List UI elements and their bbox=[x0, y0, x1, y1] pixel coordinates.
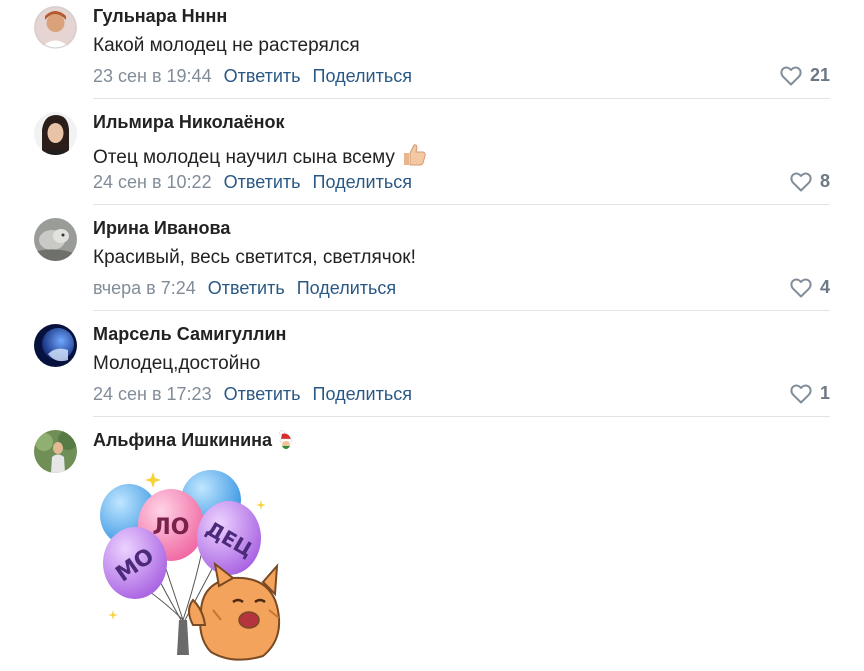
reply-button[interactable]: Ответить bbox=[224, 172, 301, 192]
share-button[interactable]: Поделиться bbox=[313, 384, 412, 404]
like-button[interactable]: 1 bbox=[790, 383, 830, 404]
comment-author[interactable]: Гульнара Нннн bbox=[93, 6, 227, 27]
divider bbox=[93, 310, 830, 311]
reply-button[interactable]: Ответить bbox=[224, 384, 301, 404]
share-button[interactable]: Поделиться bbox=[313, 172, 412, 192]
santa-hat-emoji-icon bbox=[278, 430, 294, 455]
avatar[interactable] bbox=[34, 430, 77, 473]
comment-date[interactable]: 23 сен в 19:44 bbox=[93, 66, 212, 86]
like-count: 8 bbox=[819, 171, 830, 191]
heart-outline-icon bbox=[790, 278, 812, 297]
heart-outline-icon bbox=[780, 66, 802, 85]
like-count: 1 bbox=[819, 383, 830, 403]
like-button[interactable]: 8 bbox=[790, 171, 830, 192]
heart-outline-icon bbox=[790, 172, 812, 191]
divider bbox=[93, 98, 830, 99]
avatar[interactable] bbox=[34, 112, 77, 155]
comment-author[interactable]: Ирина Иванова bbox=[93, 218, 230, 239]
divider bbox=[93, 204, 830, 205]
comment-text: Отец молодец научил сына всему bbox=[93, 141, 427, 173]
comment-author[interactable]: Ильмира Николаёнок bbox=[93, 112, 285, 133]
comment-text: Молодец,достойно bbox=[93, 353, 261, 374]
comment-item: Ирина Иванова Красивый, весь светится, с… bbox=[0, 212, 864, 318]
sticker-word-2: ЛО bbox=[153, 515, 190, 540]
like-count: 21 bbox=[809, 65, 830, 85]
avatar[interactable] bbox=[34, 324, 77, 367]
like-button[interactable]: 21 bbox=[780, 65, 830, 86]
share-button[interactable]: Поделиться bbox=[313, 66, 412, 86]
share-button[interactable]: Поделиться bbox=[297, 278, 396, 298]
comment-meta: вчера в 7:24 Ответить Поделиться bbox=[93, 278, 408, 299]
reply-button[interactable]: Ответить bbox=[208, 278, 285, 298]
comment-meta: 23 сен в 19:44 Ответить Поделиться bbox=[93, 66, 424, 87]
comment-item: Марсель Самигуллин Молодец,достойно 24 с… bbox=[0, 318, 864, 424]
comment-author: Альфина Ишкинина bbox=[93, 430, 294, 455]
like-count: 4 bbox=[819, 277, 830, 297]
comment-date[interactable]: вчера в 7:24 bbox=[93, 278, 196, 298]
like-button[interactable]: 4 bbox=[790, 277, 830, 298]
divider bbox=[93, 416, 830, 417]
avatar[interactable] bbox=[34, 218, 77, 261]
comment-item: Гульнара Нннн Какой молодец не растерялс… bbox=[0, 0, 864, 106]
comment-meta: 24 сен в 10:22 Ответить Поделиться bbox=[93, 172, 424, 193]
comment-text-content: Отец молодец научил сына всему bbox=[93, 147, 395, 168]
comment-author-name[interactable]: Альфина Ишкинина bbox=[93, 430, 272, 450]
comment-meta: 24 сен в 17:23 Ответить Поделиться bbox=[93, 384, 424, 405]
comment-author[interactable]: Марсель Самигуллин bbox=[93, 324, 286, 345]
thumbs-up-emoji-icon bbox=[401, 141, 427, 173]
avatar[interactable] bbox=[34, 6, 77, 49]
heart-outline-icon bbox=[790, 384, 812, 403]
comment-date[interactable]: 24 сен в 10:22 bbox=[93, 172, 212, 192]
comment-text: Красивый, весь светится, светлячок! bbox=[93, 247, 416, 268]
sticker-molodets[interactable]: МО ЛО ДЕЦ bbox=[93, 460, 293, 670]
comment-item: Ильмира Николаёнок Отец молодец научил с… bbox=[0, 106, 864, 212]
comment-text: Какой молодец не растерялся bbox=[93, 35, 360, 56]
reply-button[interactable]: Ответить bbox=[224, 66, 301, 86]
comment-date[interactable]: 24 сен в 17:23 bbox=[93, 384, 212, 404]
